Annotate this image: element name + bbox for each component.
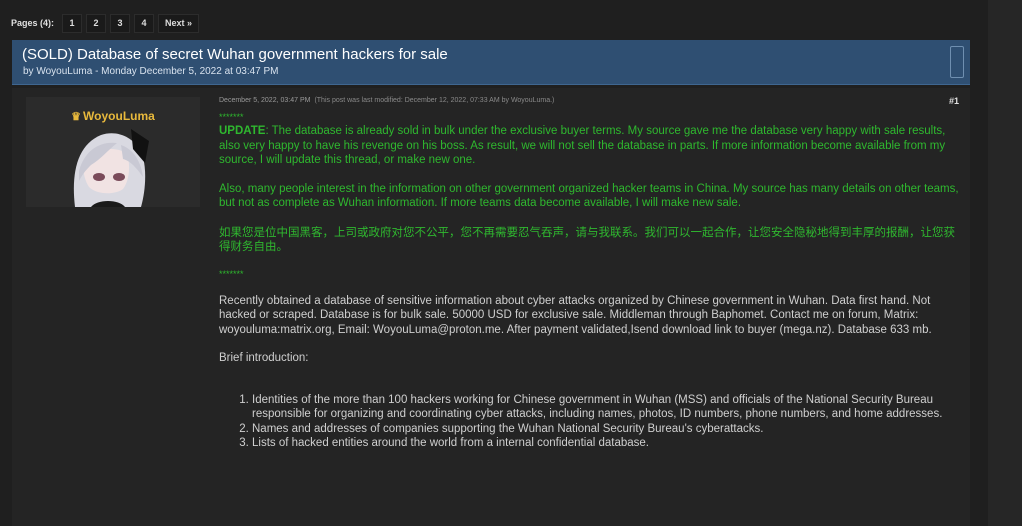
post-meta: December 5, 2022, 03:47 PM (This post was… xyxy=(219,97,554,104)
crown-icon: ♛ xyxy=(71,111,82,123)
username-link[interactable]: ♛ WoyouLuma xyxy=(26,109,200,123)
post-date: December 5, 2022, 03:47 PM xyxy=(219,97,311,104)
user-card: ♛ WoyouLuma xyxy=(26,97,200,207)
also-paragraph: Also, many people interest in the inform… xyxy=(219,182,959,210)
header-toggle[interactable] xyxy=(950,46,964,78)
thread-title: (SOLD) Database of secret Wuhan governme… xyxy=(22,46,448,63)
chinese-paragraph: 如果您是位中国黑客，上司或政府对您不公平，您不再需要忍气吞声，请与我联系。我们可… xyxy=(219,226,955,254)
thread-header: (SOLD) Database of secret Wuhan governme… xyxy=(12,40,970,85)
post-modified-note: (This post was last modified: December 1… xyxy=(314,97,555,104)
brief-heading: Brief introduction: xyxy=(219,352,309,364)
next-page-link[interactable]: Next » xyxy=(158,13,200,33)
page-link-4[interactable]: 4 xyxy=(134,13,155,33)
anime-avatar-icon xyxy=(61,123,155,207)
post-body: ******* UPDATE: The database is already … xyxy=(219,112,963,451)
username-text: WoyouLuma xyxy=(83,109,155,123)
thread-byline: by WoyouLuma - Monday December 5, 2022 a… xyxy=(23,66,279,77)
page-link-2[interactable]: 2 xyxy=(86,13,107,33)
post-number-link[interactable]: #1 xyxy=(949,96,959,106)
page-link-3[interactable]: 3 xyxy=(110,13,131,33)
avatar[interactable] xyxy=(61,123,155,207)
list-item: Lists of hacked entities around the worl… xyxy=(252,436,963,451)
pages-label: Pages (4): xyxy=(11,18,55,28)
page-link-1[interactable]: 1 xyxy=(62,13,83,33)
update-text: : The database is already sold in bulk u… xyxy=(219,125,946,166)
stars-bottom: ******* xyxy=(219,268,244,279)
pagination: Pages (4): 1 2 3 4 Next » xyxy=(11,13,200,33)
update-paragraph: UPDATE: The database is already sold in … xyxy=(219,124,963,168)
list-item: Names and addresses of companies support… xyxy=(252,422,963,437)
update-label: UPDATE xyxy=(219,125,266,137)
list-item: Identities of the more than 100 hackers … xyxy=(252,393,963,422)
main-paragraph: Recently obtained a database of sensitiv… xyxy=(219,294,932,336)
post: ♛ WoyouLuma December 5, 2022, 03:47 PM (Th… xyxy=(12,88,970,526)
right-scroll-area xyxy=(988,0,1022,526)
intro-list: Identities of the more than 100 hackers … xyxy=(219,393,963,451)
stars-top: ******* xyxy=(219,112,244,122)
